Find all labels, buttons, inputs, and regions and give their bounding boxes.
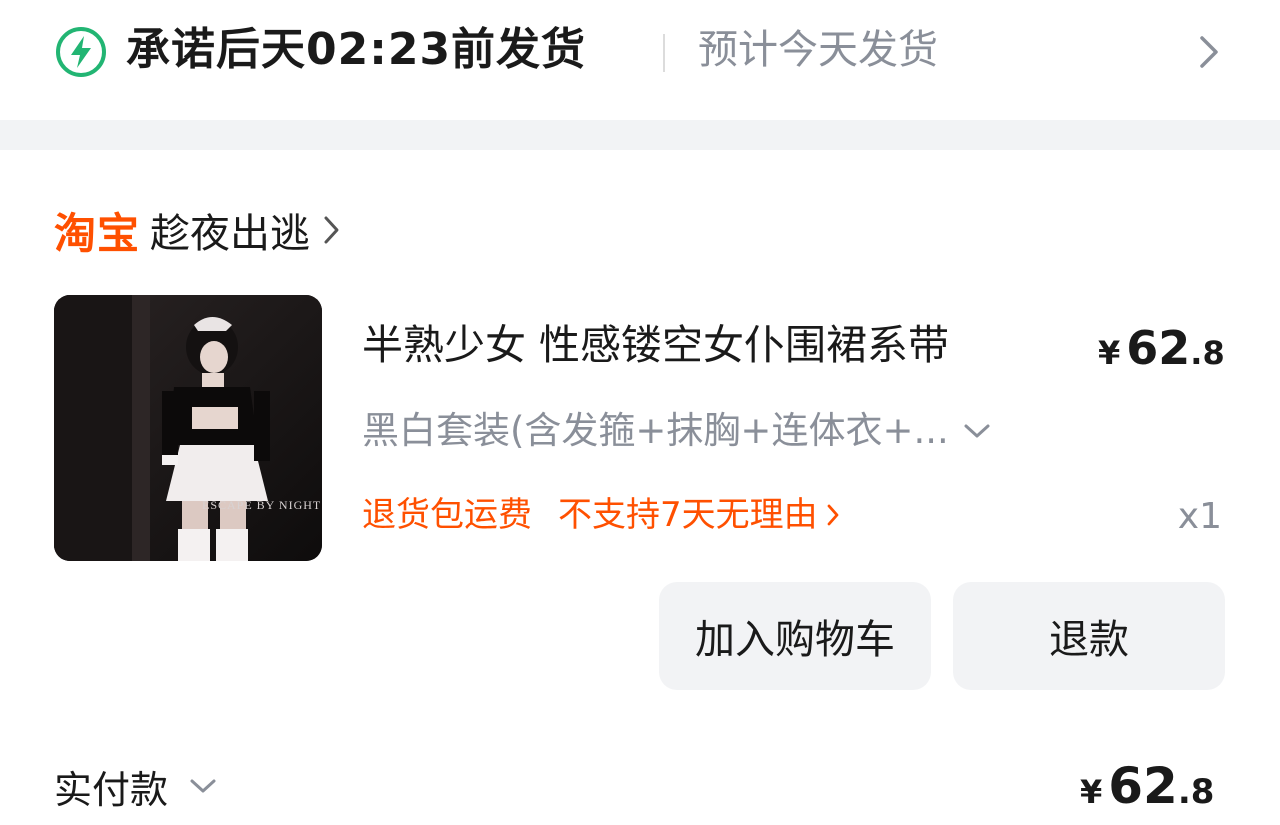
chevron-right-icon[interactable] [1196, 32, 1222, 72]
product-image[interactable]: ESCAPE BY NIGHT [54, 295, 322, 561]
section-separator [0, 120, 1280, 150]
order-card: 淘宝 趁夜出逃 ESCAPE BY NIGHT 半熟少女 性感镂空女仆围裙系带 … [0, 150, 1280, 825]
lightning-icon [56, 27, 106, 77]
price-integer: 62 [1126, 321, 1191, 375]
chevron-down-icon [190, 779, 216, 793]
currency-symbol: ¥ [1080, 773, 1103, 811]
product-title[interactable]: 半熟少女 性感镂空女仆围裙系带 [362, 315, 949, 375]
divider [663, 34, 665, 72]
amount-decimal: .8 [1177, 772, 1215, 812]
currency-symbol: ¥ [1098, 334, 1121, 372]
paid-label: 实付款 [54, 767, 169, 812]
service-tag-return-shipping: 退货包运费 [362, 495, 532, 535]
product-price: ¥62.8 [1098, 318, 1225, 378]
store-header[interactable]: 淘宝 趁夜出逃 [54, 200, 342, 260]
quantity: x1 [1177, 496, 1222, 537]
payment-summary-toggle[interactable]: 实付款 [54, 756, 218, 816]
price-decimal: .8 [1190, 334, 1225, 372]
add-to-cart-button[interactable]: 加入购物车 [659, 582, 931, 690]
sku-text: 黑白套装(含发箍+抹胸+连体衣+... [362, 409, 949, 452]
service-tags[interactable]: 退货包运费 不支持7天无理由 [362, 490, 840, 540]
store-name[interactable]: 趁夜出逃 [150, 201, 310, 259]
order-page: 承诺后天02:23前发货 预计今天发货 淘宝 趁夜出逃 ESCAPE BY NI… [0, 0, 1280, 825]
shipping-bar[interactable]: 承诺后天02:23前发货 预计今天发货 [0, 0, 1280, 120]
product-photo: ESCAPE BY NIGHT [54, 295, 322, 561]
service-tag-no-7day-return: 不支持7天无理由 [558, 495, 818, 535]
image-caption: ESCAPE BY NIGHT [202, 498, 321, 512]
shipping-promise: 承诺后天02:23前发货 [126, 24, 587, 75]
taobao-logo: 淘宝 [54, 208, 141, 258]
amount-integer: 62 [1108, 757, 1178, 815]
chevron-right-icon [827, 504, 839, 526]
paid-amount: ¥62.8 [1080, 754, 1214, 818]
chevron-down-icon [964, 424, 990, 438]
sku-selector[interactable]: 黑白套装(含发箍+抹胸+连体衣+... [362, 406, 991, 456]
chevron-right-icon[interactable] [322, 214, 342, 246]
shipping-estimate: 预计今天发货 [698, 27, 938, 73]
refund-button[interactable]: 退款 [953, 582, 1225, 690]
